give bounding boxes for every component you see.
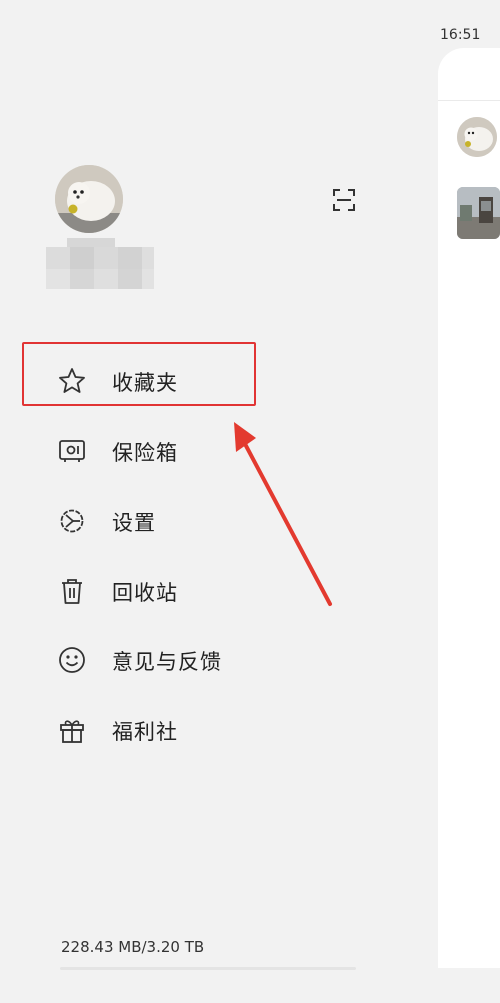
content-thumbnail[interactable]: [457, 187, 500, 239]
scan-icon[interactable]: [332, 188, 356, 212]
settings-icon: [60, 509, 84, 533]
annotation-arrow-icon: [234, 422, 332, 606]
menu-item-trash[interactable]: 回收站: [0, 560, 438, 620]
menu-item-perks[interactable]: 福利社: [0, 699, 438, 759]
divider: [438, 100, 500, 101]
menu-item-label: 保险箱: [112, 441, 178, 465]
highlight-annotation-box: [22, 342, 256, 406]
menu-item-label: 设置: [112, 511, 156, 535]
menu-item-label: 回收站: [112, 581, 178, 605]
photo-thumbnail-icon: [457, 187, 500, 239]
avatar[interactable]: [55, 165, 123, 233]
storage-usage-bar: [60, 967, 356, 970]
status-time: 16:51: [440, 27, 481, 43]
side-drawer: 收藏夹 保险箱 设置 回收站 意见与反馈 福利社 228.43 MB/3.20 …: [0, 0, 438, 1003]
menu-item-label: 福利社: [112, 720, 178, 744]
menu-item-label: 意见与反馈: [112, 650, 222, 674]
content-avatar[interactable]: [457, 117, 497, 157]
safe-icon: [59, 440, 85, 462]
gift-icon: [60, 720, 84, 743]
dog-photo-icon: [55, 165, 123, 233]
trash-icon: [62, 579, 82, 604]
storage-usage-text: 228.43 MB/3.20 TB: [61, 938, 205, 956]
menu-item-settings[interactable]: 设置: [0, 490, 438, 550]
menu-item-feedback[interactable]: 意见与反馈: [0, 629, 438, 689]
menu-item-safe[interactable]: 保险箱: [0, 420, 438, 480]
smile-icon: [59, 647, 85, 673]
main-content-peek[interactable]: [438, 48, 500, 968]
dog-photo-icon: [457, 117, 497, 157]
